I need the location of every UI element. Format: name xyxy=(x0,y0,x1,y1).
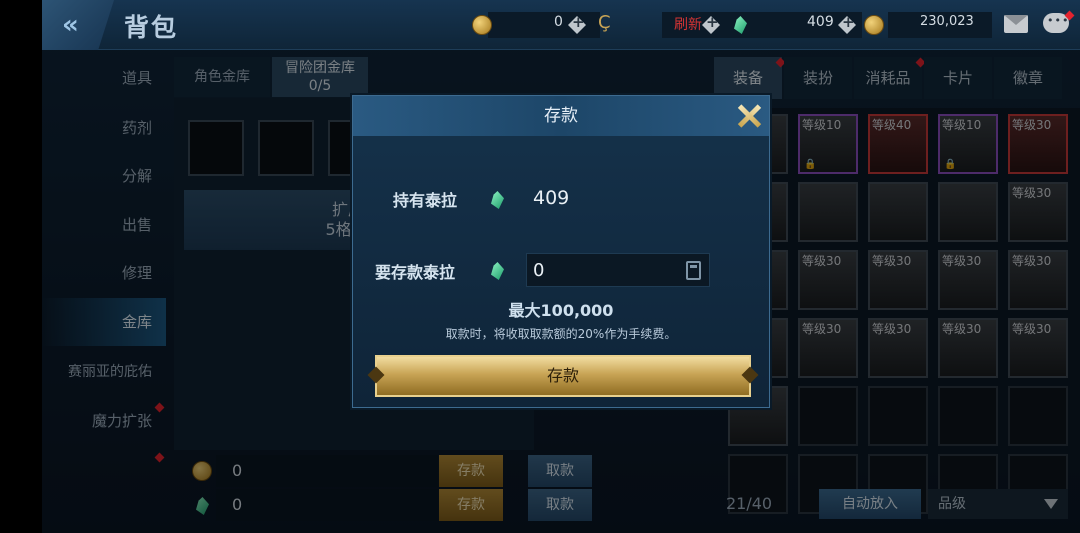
tera-gem-icon xyxy=(491,262,504,280)
gold-value: 0 xyxy=(554,14,563,30)
dialog-title: 存款 xyxy=(544,106,578,126)
back-arrow-icon: « xyxy=(62,10,79,40)
calculator-icon[interactable] xyxy=(686,261,701,280)
gold-coin-icon xyxy=(472,15,492,35)
coin-value: 230,023 xyxy=(920,14,974,29)
top-bar: « 背包 0 Ç 刷新 409 230,023 xyxy=(42,0,1080,50)
deposit-tera-label: 要存款泰拉 xyxy=(375,263,456,282)
deposit-amount-value: 0 xyxy=(533,260,545,281)
tera-value: 409 xyxy=(807,14,834,30)
fee-notice: 取款时，将收取取款额的20%作为手续费。 xyxy=(445,327,677,341)
held-tera-label: 持有泰拉 xyxy=(393,191,458,210)
refresh-label[interactable]: 刷新 xyxy=(674,14,702,34)
dialog-header: 存款 xyxy=(353,96,769,136)
back-button[interactable]: « xyxy=(42,0,114,50)
deposit-amount-input[interactable]: 0 xyxy=(526,253,710,287)
confirm-deposit-button[interactable]: 存款 xyxy=(375,355,751,397)
deposit-dialog: 存款 持有泰拉 409 要存款泰拉 0 最大100,000 取款时，将收取取款额… xyxy=(352,95,770,408)
held-tera-value: 409 xyxy=(533,187,570,209)
mail-icon[interactable] xyxy=(1004,15,1028,33)
tera-gem-icon xyxy=(491,191,504,209)
close-icon[interactable] xyxy=(737,104,761,128)
coin-icon xyxy=(864,15,884,35)
page-title: 背包 xyxy=(124,13,179,42)
max-amount-text: 最大100,000 xyxy=(508,301,614,320)
gold-c-icon: Ç xyxy=(598,12,611,33)
